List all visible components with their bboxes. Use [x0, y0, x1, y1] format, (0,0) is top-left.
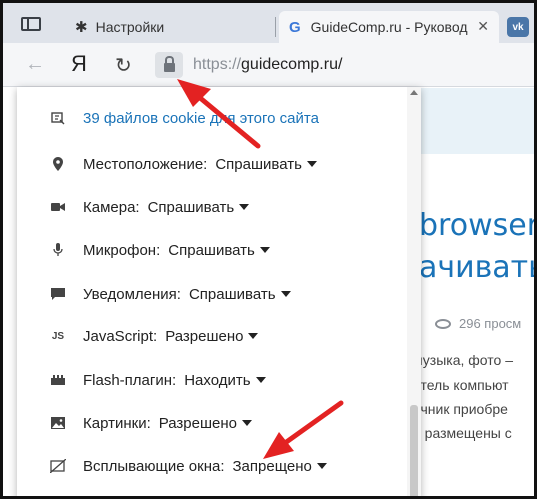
plugin-icon: [45, 375, 71, 385]
permission-label: Всплывающие окна:: [83, 457, 225, 475]
caret-down-icon: [306, 160, 317, 167]
body-line-4: е размещены с: [413, 425, 512, 441]
caret-down-icon: [280, 290, 291, 297]
sidebar-toggle-icon[interactable]: [21, 17, 41, 31]
permission-row-location[interactable]: Местоположение: Спрашивать: [17, 152, 407, 176]
tab-guidecomp-label: GuideComp.ru - Руковод: [310, 19, 468, 35]
yandex-button[interactable]: Я: [71, 51, 87, 77]
permission-label: JavaScript:: [83, 327, 158, 345]
cookies-link[interactable]: 39 файлов cookie для этого сайта: [17, 106, 407, 130]
camera-icon: [45, 202, 71, 212]
popup-blocked-icon: [45, 459, 71, 473]
tab-settings-label: Настройки: [95, 19, 165, 35]
permission-row-camera[interactable]: Камера: Спрашивать: [17, 195, 407, 219]
caret-down-icon: [255, 376, 266, 383]
image-icon: [45, 417, 71, 429]
caret-down-icon: [259, 246, 270, 253]
caret-down-icon: [241, 419, 252, 426]
permission-label: Микрофон:: [83, 241, 161, 259]
page-banner: [419, 88, 534, 154]
url-protocol: https://: [193, 56, 242, 73]
permission-row-popups[interactable]: Всплывающие окна: Запрещено: [17, 454, 407, 478]
view-count-text: 296 просм: [459, 316, 522, 331]
site-permissions-panel: 39 файлов cookie для этого сайта Местопо…: [17, 87, 421, 496]
permission-value-dropdown[interactable]: Разрешено: [165, 327, 259, 345]
permission-value-dropdown[interactable]: Находить: [184, 371, 266, 389]
microphone-icon: [45, 243, 71, 257]
permission-value: Запрещено: [232, 457, 312, 475]
body-line-2: атель компьют: [413, 377, 509, 393]
cookie-icon: [45, 111, 71, 125]
caret-down-icon: [316, 462, 327, 469]
permission-value: Спрашивать: [188, 285, 276, 303]
tab-strip: ✱ Настройки G GuideComp.ru - Руковод ✕ v…: [3, 3, 534, 43]
permission-value-dropdown[interactable]: Запрещено: [232, 457, 327, 475]
tab-settings[interactable]: ✱ Настройки: [65, 11, 275, 43]
permission-value: Спрашивать: [147, 198, 235, 216]
back-arrow-icon[interactable]: ←: [25, 53, 45, 76]
panel-scrollbar[interactable]: [407, 87, 421, 496]
gear-icon: ✱: [75, 19, 88, 36]
javascript-icon: JS: [51, 330, 65, 342]
permission-row-javascript[interactable]: JS JavaScript: Разрешено: [17, 324, 407, 348]
toolbar: ← Я ↻ https://guidecomp.ru/: [3, 43, 534, 87]
caret-down-icon: [239, 203, 250, 210]
permission-row-notifications[interactable]: Уведомления: Спрашивать: [17, 282, 407, 306]
caret-down-icon: [248, 332, 259, 339]
permission-row-flash[interactable]: Flash-плагин: Находить: [17, 368, 407, 392]
permission-value-dropdown[interactable]: Спрашивать: [189, 286, 291, 303]
scroll-up-icon[interactable]: [410, 90, 418, 95]
permission-label: Картинки:: [83, 414, 151, 432]
view-count: 296 просм: [435, 316, 521, 331]
tab-guidecomp[interactable]: G GuideComp.ru - Руковод ✕: [279, 11, 499, 43]
permission-label: Flash-плагин:: [83, 371, 177, 389]
permission-value: Разрешено: [158, 414, 237, 432]
scrollbar-thumb[interactable]: [410, 405, 418, 496]
permission-value: Спрашивать: [215, 155, 302, 173]
body-line-3: очник приобре: [413, 401, 508, 417]
site-info-button[interactable]: [155, 52, 183, 78]
eye-icon: [435, 319, 451, 329]
cookies-label: 39 файлов cookie для этого сайта: [83, 109, 319, 127]
permission-value-dropdown[interactable]: Спрашивать: [215, 156, 317, 173]
body-line-1: музыка, фото –: [413, 352, 513, 368]
browser-window: ✱ Настройки G GuideComp.ru - Руковод ✕ v…: [0, 0, 537, 499]
permission-value: Разрешено: [165, 327, 244, 345]
permission-value: Спрашивать: [168, 241, 255, 259]
notification-icon: [45, 288, 71, 300]
url-host: guidecomp.ru/: [241, 56, 343, 73]
headline-line-2: ачивать?: [419, 250, 534, 285]
location-pin-icon: [45, 157, 71, 171]
lock-icon: [163, 56, 175, 72]
permission-label: Уведомления:: [83, 285, 181, 303]
close-tab-icon[interactable]: ✕: [477, 18, 489, 35]
guidecomp-favicon-icon: G: [289, 18, 301, 36]
reload-icon[interactable]: ↻: [115, 53, 132, 78]
headline-line-1: browser: [419, 208, 537, 243]
address-bar[interactable]: https://guidecomp.ru/: [193, 56, 342, 74]
permission-value-dropdown[interactable]: Спрашивать: [148, 199, 250, 216]
permission-row-images[interactable]: Картинки: Разрешено: [17, 411, 407, 435]
permission-value: Находить: [184, 371, 251, 389]
tab-separator: [275, 17, 276, 37]
permission-row-microphone[interactable]: Микрофон: Спрашивать: [17, 238, 407, 262]
permission-value-dropdown[interactable]: Спрашивать: [168, 242, 270, 259]
vk-tab-icon[interactable]: vk: [507, 17, 529, 37]
permission-label: Местоположение:: [83, 155, 208, 173]
permission-value-dropdown[interactable]: Разрешено: [159, 415, 252, 432]
permission-label: Камера:: [83, 198, 140, 216]
